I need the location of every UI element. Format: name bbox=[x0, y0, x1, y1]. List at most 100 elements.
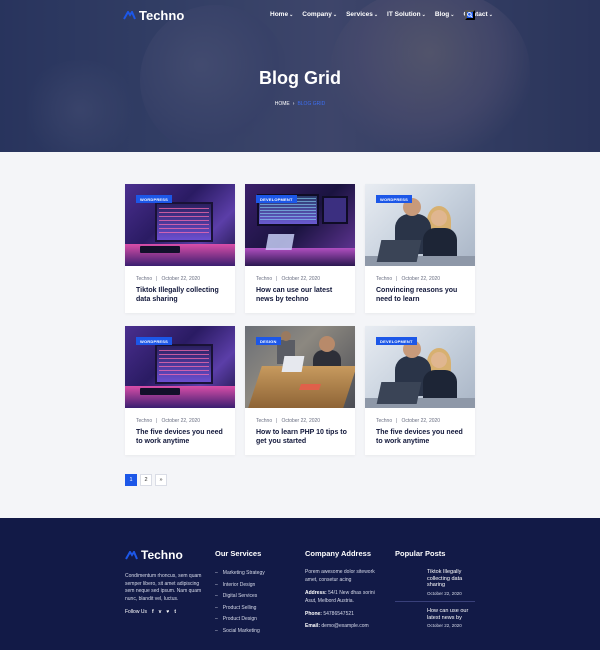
screen-code-lines bbox=[159, 208, 209, 236]
tumblr-icon[interactable]: t bbox=[174, 609, 176, 615]
blog-card[interactable]: WORDPRESS Techno | October 22, 2020 Convin… bbox=[365, 184, 475, 313]
service-link[interactable]: – Digital Services bbox=[215, 593, 257, 599]
twitter-icon[interactable]: ♥ bbox=[166, 609, 169, 615]
next-page-button[interactable]: » bbox=[155, 474, 167, 486]
dash-icon: – bbox=[215, 581, 218, 588]
chevron-down-icon: ⌄ bbox=[373, 12, 379, 18]
post-category-badge[interactable]: WORDPRESS bbox=[136, 337, 173, 345]
popular-post-date: October 22, 2020 bbox=[427, 623, 462, 629]
service-label: Product Selling bbox=[222, 604, 257, 611]
post-title[interactable]: The five devices you need to work anytim… bbox=[136, 429, 228, 446]
post-category-badge[interactable]: WORDPRESS bbox=[136, 195, 173, 203]
post-author[interactable]: Techno bbox=[376, 418, 392, 424]
post-author[interactable]: Techno bbox=[136, 418, 152, 424]
phone-line: Phone: 54786547521 bbox=[305, 611, 387, 619]
service-label: Interior Design bbox=[222, 581, 256, 588]
post-author[interactable]: Techno bbox=[376, 276, 392, 282]
post-author[interactable]: Techno bbox=[256, 418, 272, 424]
search-button[interactable] bbox=[465, 10, 475, 20]
breadcrumb-current: BLOG GRID bbox=[297, 101, 326, 107]
post-title[interactable]: How to learn PHP 10 tips to get you star… bbox=[256, 429, 348, 446]
follow-label: Follow Us bbox=[125, 609, 147, 615]
blog-card[interactable]: DEVELOPMENT Techno | October 22, 2020 The … bbox=[365, 326, 475, 455]
laptop bbox=[376, 382, 422, 404]
post-thumbnail[interactable]: DEVELOPMENT bbox=[245, 184, 355, 266]
blog-card[interactable]: WORDPRESS Techno | October 22, 2020 The fi… bbox=[125, 326, 235, 455]
blog-card[interactable]: DESIGN Techno | October 22, 2020 How to le… bbox=[245, 326, 355, 455]
post-thumbnail[interactable]: WORDPRESS bbox=[125, 326, 235, 408]
post-thumbnail[interactable]: WORDPRESS bbox=[125, 184, 235, 266]
page-1-button[interactable]: 1 bbox=[125, 474, 137, 486]
post-category-badge[interactable]: DEVELOPMENT bbox=[256, 195, 297, 203]
phone-value[interactable]: 54786547521 bbox=[323, 611, 354, 617]
chevron-down-icon: ⌄ bbox=[450, 12, 455, 18]
nav-item-it-solution[interactable]: IT Solution⌄ bbox=[387, 11, 426, 18]
post-category-badge[interactable]: DESIGN bbox=[256, 337, 281, 345]
nav-item-blog[interactable]: Blog⌄ bbox=[435, 11, 455, 18]
popular-post[interactable]: Tiktok Illegally collecting data sharing… bbox=[427, 569, 479, 596]
post-meta: Techno | October 22, 2020 bbox=[376, 418, 440, 424]
post-meta: Techno | October 22, 2020 bbox=[256, 276, 320, 282]
dash-icon: – bbox=[215, 593, 218, 599]
screen-code-lines bbox=[159, 350, 209, 378]
logo-icon bbox=[123, 11, 136, 20]
post-category-badge[interactable]: DEVELOPMENT bbox=[376, 337, 417, 345]
address-line: Address: 54/1 New dhas sorini Asut, Melb… bbox=[305, 590, 387, 605]
facebook-icon[interactable]: f bbox=[152, 609, 154, 615]
post-thumbnail[interactable]: DEVELOPMENT bbox=[365, 326, 475, 408]
meta-separator: | bbox=[396, 276, 398, 282]
page-2-button[interactable]: 2 bbox=[140, 474, 152, 486]
post-title[interactable]: Tiktok Illegally collecting data sharing bbox=[136, 287, 228, 304]
meta-separator: | bbox=[156, 418, 158, 424]
nav-item-services[interactable]: Services⌄ bbox=[346, 11, 378, 18]
post-author[interactable]: Techno bbox=[256, 276, 272, 282]
post-thumbnail[interactable]: DESIGN bbox=[245, 326, 355, 408]
logo-text: Techno bbox=[139, 8, 185, 23]
post-author[interactable]: Techno bbox=[136, 276, 152, 282]
logo-icon bbox=[125, 550, 138, 560]
post-date: October 22, 2020 bbox=[401, 276, 441, 282]
site-footer: Techno Condimentum rhoncus, sem quam sem… bbox=[0, 518, 600, 650]
chevron-down-icon: ⌄ bbox=[332, 12, 338, 18]
site-logo[interactable]: Techno bbox=[123, 8, 184, 23]
search-icon bbox=[467, 12, 473, 18]
service-label: Social Marketing bbox=[222, 627, 260, 634]
post-category-badge[interactable]: WORDPRESS bbox=[376, 195, 413, 203]
post-title[interactable]: Convincing reasons you need to learn bbox=[376, 287, 468, 304]
chevron-down-icon: ⌄ bbox=[289, 12, 294, 18]
second-monitor bbox=[322, 196, 348, 224]
nav-item-home[interactable]: Home⌄ bbox=[270, 11, 293, 18]
nav-item-label: Services bbox=[346, 11, 373, 18]
blog-card[interactable]: DEVELOPMENT Techno | October 22, 2020 How … bbox=[245, 184, 355, 313]
email-value[interactable]: demo@example.com bbox=[321, 623, 368, 629]
post-date: October 22, 2020 bbox=[281, 276, 321, 282]
service-link[interactable]: – Product Selling bbox=[215, 605, 256, 611]
vimeo-icon[interactable]: v bbox=[159, 609, 162, 615]
email-line: Email: demo@example.com bbox=[305, 623, 387, 631]
address-heading: Company Address bbox=[305, 549, 371, 558]
popular-post-title[interactable]: How can use our latest news by bbox=[427, 608, 479, 621]
dash-icon: – bbox=[215, 570, 218, 576]
post-thumbnail[interactable]: WORDPRESS bbox=[365, 184, 475, 266]
service-link[interactable]: – Interior Design bbox=[215, 582, 255, 588]
blog-card[interactable]: WORDPRESS Techno | October 22, 2020 Tiktok… bbox=[125, 184, 235, 313]
footer-logo[interactable]: Techno bbox=[125, 548, 183, 562]
meta-separator: | bbox=[156, 276, 158, 282]
breadcrumb-home[interactable]: HOME bbox=[275, 101, 290, 107]
service-link[interactable]: – Marketing Strategy bbox=[215, 570, 265, 576]
person-head bbox=[281, 331, 291, 341]
nav-item-company[interactable]: Company⌄ bbox=[302, 11, 337, 18]
popular-post[interactable]: How can use our latest news by October 2… bbox=[427, 608, 479, 628]
post-title[interactable]: How can use our latest news by techno bbox=[256, 287, 348, 304]
dash-icon: – bbox=[215, 627, 218, 634]
laptop bbox=[265, 234, 295, 250]
service-label: Digital Services bbox=[222, 593, 258, 599]
keyboard bbox=[140, 388, 180, 395]
email-label: Email: bbox=[305, 623, 321, 629]
nav-item-label: Blog bbox=[434, 11, 450, 18]
breadcrumb-separator: › bbox=[292, 101, 295, 107]
service-link[interactable]: – Social Marketing bbox=[215, 628, 260, 634]
popular-post-title[interactable]: Tiktok Illegally collecting data sharing bbox=[427, 569, 479, 589]
service-link[interactable]: – Product Design bbox=[215, 616, 257, 622]
post-title[interactable]: The five devices you need to work anytim… bbox=[376, 429, 468, 446]
